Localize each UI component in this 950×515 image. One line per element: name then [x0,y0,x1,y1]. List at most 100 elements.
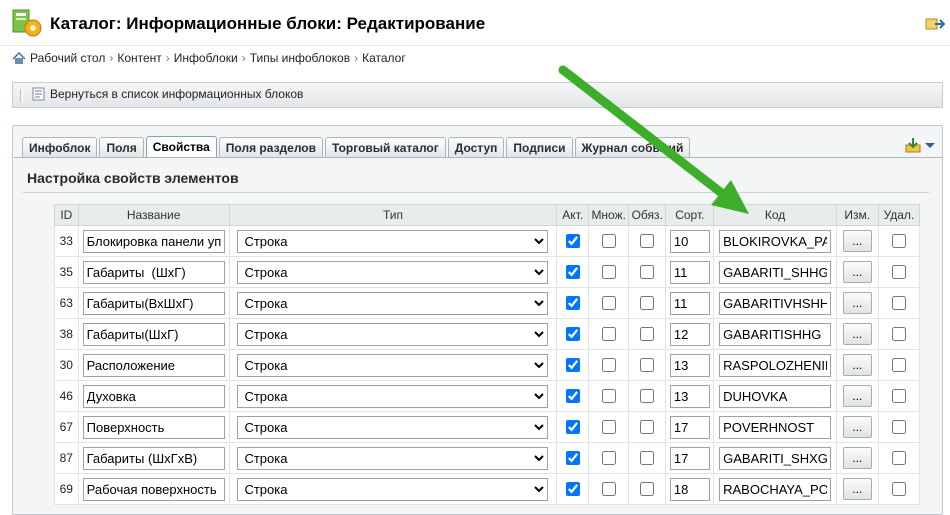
property-name-input[interactable] [82,446,225,470]
breadcrumb-item-desktop[interactable]: Рабочий стол [30,51,105,65]
delete-checkbox[interactable] [891,234,906,249]
active-checkbox[interactable] [565,327,580,342]
property-type-select[interactable]: Строка [237,446,549,470]
edit-property-button[interactable]: ... [842,416,872,438]
required-checkbox[interactable] [640,420,655,435]
delete-checkbox[interactable] [891,389,906,404]
download-icon[interactable] [905,137,921,153]
multiple-checkbox[interactable] [601,327,616,342]
required-checkbox[interactable] [640,451,655,466]
property-name-input[interactable] [82,322,225,346]
sort-input[interactable] [669,322,710,346]
tab-event-log[interactable]: Журнал событий [574,137,691,158]
breadcrumb-item-infoblocks[interactable]: Инфоблоки [174,51,238,65]
sort-input[interactable] [669,291,710,315]
sort-input[interactable] [669,384,710,408]
active-checkbox[interactable] [565,265,580,280]
active-checkbox[interactable] [565,420,580,435]
tab-fields[interactable]: Поля [99,137,144,158]
edit-property-button[interactable]: ... [842,447,872,469]
tab-trade-catalog[interactable]: Торговый каталог [325,137,446,158]
multiple-checkbox[interactable] [601,358,616,373]
code-input[interactable] [719,446,832,470]
edit-property-button[interactable]: ... [842,261,872,283]
delete-checkbox[interactable] [891,420,906,435]
edit-property-button[interactable]: ... [842,478,872,500]
sort-input[interactable] [669,229,710,253]
required-checkbox[interactable] [640,234,655,249]
required-checkbox[interactable] [640,327,655,342]
active-checkbox[interactable] [565,358,580,373]
required-checkbox[interactable] [640,265,655,280]
code-input[interactable] [719,229,832,253]
property-type-select[interactable]: Строка [237,260,549,284]
active-checkbox[interactable] [565,389,580,404]
property-type-select[interactable]: Строка [237,229,549,253]
property-type-select[interactable]: Строка [237,322,549,346]
required-checkbox[interactable] [640,482,655,497]
edit-property-button[interactable]: ... [842,292,872,314]
delete-checkbox[interactable] [891,451,906,466]
multiple-checkbox[interactable] [601,420,616,435]
property-name-input[interactable] [82,415,225,439]
property-type-select[interactable]: Строка [237,415,549,439]
edit-property-button[interactable]: ... [842,323,872,345]
code-input[interactable] [719,384,832,408]
tab-properties[interactable]: Свойства [145,136,217,158]
edit-property-button[interactable]: ... [842,385,872,407]
required-checkbox[interactable] [640,296,655,311]
property-type-select[interactable]: Строка [237,291,549,315]
back-to-list-button[interactable]: Вернуться в список информационных блоков [32,87,303,101]
multiple-checkbox[interactable] [601,389,616,404]
multiple-checkbox[interactable] [601,265,616,280]
delete-checkbox[interactable] [891,358,906,373]
sort-input[interactable] [669,260,710,284]
property-type-select[interactable]: Строка [237,353,549,377]
required-checkbox[interactable] [640,358,655,373]
property-name-input[interactable] [82,260,225,284]
active-checkbox[interactable] [565,234,580,249]
tab-access[interactable]: Доступ [447,137,505,158]
property-name-input[interactable] [82,353,225,377]
delete-checkbox[interactable] [891,327,906,342]
code-input[interactable] [719,415,832,439]
sort-input[interactable] [669,353,710,377]
delete-checkbox[interactable] [891,482,906,497]
multiple-checkbox[interactable] [601,451,616,466]
breadcrumb-item-catalog[interactable]: Каталог [362,51,406,65]
code-input[interactable] [719,353,832,377]
code-input[interactable] [719,477,832,501]
exit-icon[interactable] [925,17,945,31]
tab-section-fields[interactable]: Поля разделов [218,137,323,158]
code-input[interactable] [719,291,832,315]
sort-input[interactable] [669,415,710,439]
row-code-cell [713,287,837,319]
multiple-checkbox[interactable] [601,482,616,497]
tab-infoblock[interactable]: Инфоблок [22,137,98,158]
multiple-checkbox[interactable] [601,296,616,311]
property-name-input[interactable] [82,291,225,315]
home-icon[interactable] [12,51,26,65]
sort-input[interactable] [669,446,710,470]
delete-checkbox[interactable] [891,265,906,280]
multiple-checkbox[interactable] [601,234,616,249]
tab-captions[interactable]: Подписи [506,137,573,158]
property-name-input[interactable] [82,384,225,408]
property-type-select[interactable]: Строка [237,477,549,501]
active-checkbox[interactable] [565,296,580,311]
active-checkbox[interactable] [565,482,580,497]
code-input[interactable] [719,260,832,284]
breadcrumb-item-infoblock-types[interactable]: Типы инфоблоков [250,51,350,65]
code-input[interactable] [719,322,832,346]
active-checkbox[interactable] [565,451,580,466]
breadcrumb-item-content[interactable]: Контент [117,51,161,65]
delete-checkbox[interactable] [891,296,906,311]
property-type-select[interactable]: Строка [237,384,549,408]
sort-input[interactable] [669,477,710,501]
required-checkbox[interactable] [640,389,655,404]
property-name-input[interactable] [82,477,225,501]
edit-property-button[interactable]: ... [842,230,872,252]
edit-property-button[interactable]: ... [842,354,872,376]
chevron-down-icon[interactable] [924,139,936,151]
property-name-input[interactable] [82,229,225,253]
